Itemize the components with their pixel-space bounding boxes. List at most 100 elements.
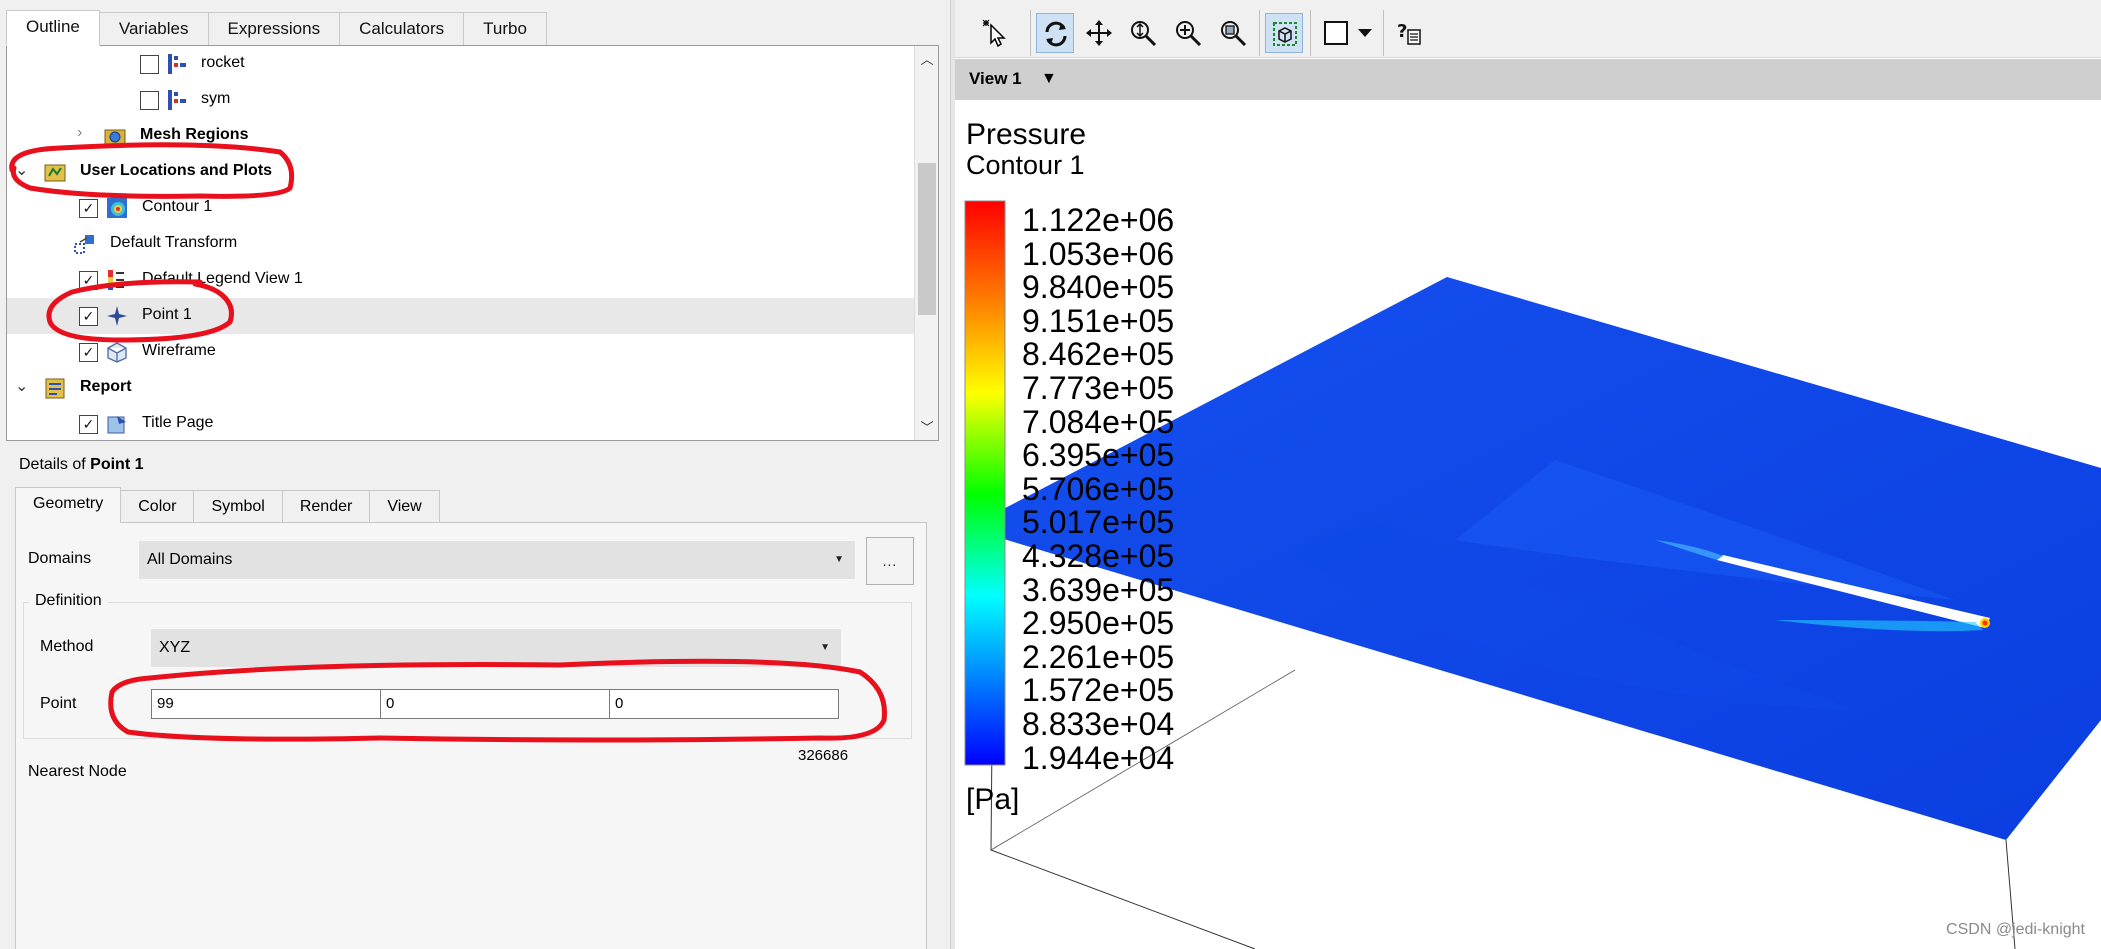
- chevron-up-icon[interactable]: ︿: [915, 50, 938, 70]
- contour-icon: [107, 198, 127, 218]
- chevron-down-icon[interactable]: ▼: [1041, 70, 1057, 88]
- chevron-down-icon[interactable]: ⌄: [15, 376, 28, 396]
- details-title: Details of Point 1: [19, 456, 144, 474]
- 3d-viewport[interactable]: Pressure Contour 1 1.122e+06 1.053e+06 9…: [955, 100, 2101, 949]
- visibility-checkbox[interactable]: ✓: [79, 307, 98, 326]
- transform-icon: [74, 235, 94, 254]
- select-icon[interactable]: [976, 13, 1014, 53]
- legend-plot-name: Contour 1: [966, 150, 1085, 180]
- tree-item-label: Title Page: [142, 414, 214, 431]
- point-x-input[interactable]: 99: [151, 689, 381, 719]
- legend-tick-label: 1.122e+06: [1022, 202, 1175, 238]
- tab-symbol[interactable]: Symbol: [194, 490, 283, 523]
- wireframe-icon: [107, 342, 127, 363]
- boundary-icon: [168, 54, 186, 74]
- toolbar-separator: [1030, 10, 1031, 56]
- legend-tick-label: 2.261e+05: [1022, 639, 1175, 675]
- tab-geometry[interactable]: Geometry: [15, 487, 122, 523]
- definition-title: Definition: [29, 592, 108, 610]
- zoom-box-icon[interactable]: [1169, 13, 1207, 53]
- method-select[interactable]: XYZ ▼: [151, 629, 841, 667]
- viewport-layout-icon[interactable]: [1317, 13, 1355, 53]
- highlight-icon[interactable]: [1265, 13, 1303, 53]
- tree-item-default-transform[interactable]: Default Transform: [7, 226, 915, 262]
- legend-tick-label: 3.639e+05: [1022, 572, 1175, 608]
- tab-variables[interactable]: Variables: [99, 12, 209, 46]
- outline-tree: rocket sym › Mesh Regions ⌄ User Locatio…: [6, 45, 939, 441]
- chevron-down-icon[interactable]: ﹀: [915, 418, 938, 438]
- help-icon[interactable]: ?: [1390, 13, 1428, 53]
- legend-tick-label: 9.151e+05: [1022, 303, 1175, 339]
- outline-tabbar: Outline Variables Expressions Calculator…: [6, 10, 547, 46]
- report-icon: [45, 378, 65, 399]
- title-page-icon: [107, 416, 126, 434]
- dropdown-icon[interactable]: [1351, 13, 1377, 53]
- visibility-checkbox[interactable]: ✓: [79, 343, 98, 362]
- chevron-right-icon[interactable]: ›: [77, 124, 82, 142]
- tree-item-sym[interactable]: sym: [7, 82, 915, 118]
- visibility-checkbox[interactable]: ✓: [79, 271, 98, 290]
- legend-tick-label: 8.462e+05: [1022, 336, 1175, 372]
- tree-item-default-legend-view-1[interactable]: ✓ Default Legend View 1: [7, 262, 915, 298]
- zoom-icon[interactable]: [1124, 13, 1162, 53]
- legend-tick-label: 1.053e+06: [1022, 236, 1175, 272]
- legend-tick-label: 4.328e+05: [1022, 538, 1175, 574]
- view-selector-label[interactable]: View 1: [969, 69, 1022, 89]
- rotate-icon[interactable]: [1036, 13, 1074, 53]
- tree-item-label: Point 1: [142, 306, 192, 323]
- tree-scrollbar[interactable]: ︿ ﹀: [914, 46, 938, 440]
- dropdown-arrow-icon: ▼: [820, 642, 830, 653]
- tab-expressions[interactable]: Expressions: [208, 12, 341, 46]
- legend-tick-label: 8.833e+04: [1022, 706, 1175, 742]
- point-icon: [107, 306, 127, 326]
- toolbar-separator: [1310, 10, 1311, 56]
- nearest-node-value: 326686: [798, 747, 849, 764]
- tree-item-wireframe[interactable]: ✓ Wireframe: [7, 334, 915, 370]
- visibility-checkbox[interactable]: [140, 55, 159, 74]
- view-bar: View 1 ▼: [955, 59, 2101, 100]
- tree-item-rocket[interactable]: rocket: [7, 46, 915, 82]
- domains-browse-button[interactable]: ...: [866, 537, 914, 585]
- watermark-text: CSDN @jedi-knight: [1946, 921, 2085, 938]
- tab-view[interactable]: View: [370, 490, 440, 523]
- tab-render[interactable]: Render: [282, 490, 371, 523]
- point-z-input[interactable]: 0: [609, 689, 839, 719]
- tree-item-contour-1[interactable]: ✓ Contour 1: [7, 190, 915, 226]
- legend-tick-label: 5.017e+05: [1022, 504, 1175, 540]
- tab-outline[interactable]: Outline: [6, 10, 100, 46]
- tab-turbo[interactable]: Turbo: [464, 12, 547, 46]
- pan-icon[interactable]: [1080, 13, 1118, 53]
- legend-tick-label: 9.840e+05: [1022, 269, 1175, 305]
- tree-item-label: Report: [80, 378, 132, 395]
- method-label: Method: [40, 638, 94, 655]
- legend-colorbar: [964, 200, 1006, 766]
- tree-item-label: Wireframe: [142, 342, 216, 359]
- tree-item-title-page[interactable]: ✓ Title Page: [7, 406, 915, 440]
- point-y-input[interactable]: 0: [380, 689, 610, 719]
- visibility-checkbox[interactable]: [140, 91, 159, 110]
- viewer-pane: ? View 1 ▼ Pressure Contour 1 1.122e+06 …: [955, 0, 2101, 949]
- chevron-down-icon[interactable]: ⌄: [15, 160, 28, 180]
- tree-item-user-locations[interactable]: ⌄ User Locations and Plots: [7, 154, 915, 190]
- details-object-name: Point 1: [90, 456, 144, 473]
- tree-item-label: Default Legend View 1: [142, 270, 303, 287]
- tree-item-report[interactable]: ⌄ Report: [7, 370, 915, 406]
- user-locations-icon: [44, 164, 66, 182]
- toolbar-separator: [1259, 10, 1260, 56]
- legend-icon: [108, 270, 124, 290]
- tree-item-label: Default Transform: [110, 234, 238, 251]
- visibility-checkbox[interactable]: ✓: [79, 199, 98, 218]
- tab-calculators[interactable]: Calculators: [340, 12, 465, 46]
- tree-item-point-1[interactable]: ✓ Point 1: [7, 298, 915, 334]
- details-panel: Domains All Domains ▼ ... Definition Met…: [15, 522, 927, 949]
- visibility-checkbox[interactable]: ✓: [79, 415, 98, 434]
- mesh-regions-icon: [104, 129, 126, 146]
- scrollbar-thumb[interactable]: [918, 163, 936, 315]
- domains-select[interactable]: All Domains ▼: [139, 541, 855, 579]
- tab-color[interactable]: Color: [121, 490, 195, 523]
- toolbar-separator: [1383, 10, 1384, 56]
- boundary-icon: [168, 90, 186, 110]
- stagnation-spot-core: [1982, 620, 1988, 626]
- zoom-fit-icon[interactable]: [1214, 13, 1252, 53]
- tree-item-mesh-regions[interactable]: › Mesh Regions: [7, 118, 915, 154]
